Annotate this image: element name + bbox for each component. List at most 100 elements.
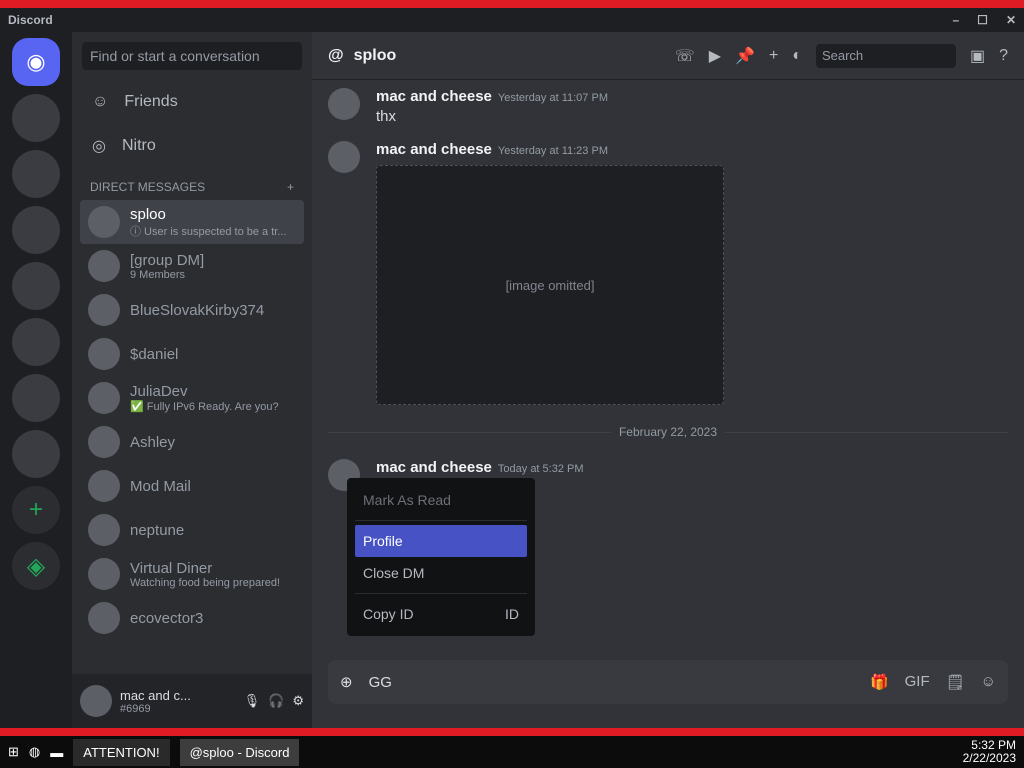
dm-search-input[interactable]: Find or start a conversation	[82, 42, 302, 70]
dm-item[interactable]: JuliaDev ✅ Fully IPv6 Ready. Are you?	[80, 376, 304, 420]
sticker-icon[interactable]: 🗒	[946, 673, 965, 691]
user-name: mac and c...	[120, 687, 191, 703]
dm-name: $daniel	[130, 345, 179, 363]
dm-item[interactable]: $daniel	[80, 332, 304, 376]
server-icon[interactable]	[12, 262, 60, 310]
dm-status: 9 Members	[130, 268, 186, 281]
folder-icon[interactable]: ▬	[50, 745, 63, 760]
create-dm-icon[interactable]: +	[287, 180, 294, 194]
dm-item[interactable]: neptune	[80, 508, 304, 552]
dm-name: Mod Mail	[130, 477, 191, 495]
task-discord[interactable]: @sploo - Discord	[179, 738, 300, 766]
title-bar: Discord – ☐ ✕	[0, 8, 1024, 32]
dm-item[interactable]: [group DM] 9 Members	[80, 244, 304, 288]
clock-date: 2/22/2023	[962, 751, 1016, 765]
channel-header: @ sploo ☏ ▶ 📌 + ◐ Search ▣ ?	[312, 32, 1024, 80]
emoji-icon[interactable]: ☺	[981, 673, 996, 691]
nav-friends[interactable]: ☺ Friends	[72, 80, 312, 124]
server-icon[interactable]	[12, 206, 60, 254]
menu-close-dm[interactable]: Close DM	[355, 557, 527, 589]
inbox-icon[interactable]: ▣	[970, 46, 985, 66]
profile-icon[interactable]: ◐	[792, 47, 802, 65]
avatar[interactable]	[328, 141, 360, 173]
settings-icon[interactable]: ⚙	[292, 693, 304, 709]
dm-name: JuliaDev	[130, 383, 188, 400]
bottom-accent-bar	[0, 728, 1024, 736]
server-icon[interactable]	[12, 318, 60, 366]
author[interactable]: mac and cheese	[376, 141, 492, 158]
avatar	[88, 470, 120, 502]
avatar[interactable]	[328, 88, 360, 120]
discord-home-icon[interactable]: ◉	[12, 38, 60, 86]
dm-item[interactable]: BlueSlovakKirby374	[80, 288, 304, 332]
composer-input[interactable]: GG	[369, 674, 392, 691]
dm-item[interactable]: Ashley	[80, 420, 304, 464]
date-divider: February 22, 2023	[328, 425, 1008, 439]
attach-icon[interactable]: ⊕	[340, 673, 353, 691]
menu-mark-read[interactable]: Mark As Read	[355, 484, 527, 516]
dm-name: BlueSlovakKirby374	[130, 301, 265, 319]
friends-icon: ☺	[92, 93, 109, 110]
video-icon[interactable]: ▶	[709, 46, 721, 66]
dm-item[interactable]: sploo ⓘ User is suspected to be a tr...	[80, 200, 304, 244]
message: mac and cheese Yesterday at 11:23 PM [ima…	[312, 133, 1024, 413]
menu-label: Copy ID	[363, 606, 414, 622]
menu-profile[interactable]: Profile	[355, 525, 527, 557]
avatar	[88, 206, 120, 238]
explore-icon[interactable]: ◈	[12, 542, 60, 590]
timestamp: Today at 5:32 PM	[497, 463, 584, 475]
menu-copy-id[interactable]: Copy ID ID	[355, 598, 527, 630]
chrome-icon[interactable]: ◍	[29, 744, 40, 760]
start-button[interactable]: ⊞	[8, 744, 19, 760]
pin-icon[interactable]: 📌	[735, 46, 755, 66]
server-list: ◉ + ◈	[0, 32, 72, 728]
timestamp: Yesterday at 11:07 PM	[497, 92, 608, 104]
author[interactable]: mac and cheese	[376, 88, 492, 105]
dm-header-label: DIRECT MESSAGES	[90, 180, 206, 194]
dm-name: ecovector3	[130, 609, 204, 627]
server-icon[interactable]	[12, 374, 60, 422]
dm-status: ✅ Fully IPv6 Ready. Are you?	[130, 401, 279, 413]
nav-label: Nitro	[121, 137, 156, 154]
header-search-input[interactable]: Search	[815, 43, 956, 68]
task-attention[interactable]: ATTENTION!	[73, 738, 170, 766]
dm-item[interactable]: ecovector3	[80, 596, 304, 640]
dm-name: [group DM]	[130, 251, 205, 269]
dm-item[interactable]: Mod Mail	[80, 464, 304, 508]
close-button[interactable]: ✕	[1006, 13, 1016, 27]
message-text: thx	[376, 108, 397, 125]
add-friend-icon[interactable]: +	[769, 47, 778, 65]
attachment-placeholder: [image omitted]	[376, 165, 724, 405]
top-accent-bar	[0, 0, 1024, 8]
avatar	[88, 294, 120, 326]
message-composer[interactable]: ⊕ GG 🎁 GIF 🗒 ☺	[328, 660, 1008, 704]
mic-icon[interactable]: 🎙	[244, 693, 261, 709]
app-title: Discord	[8, 13, 53, 27]
avatar	[88, 250, 120, 282]
taskbar: ⊞ ◍ ▬ ATTENTION! @sploo - Discord 5:32 P…	[0, 736, 1024, 768]
add-server-icon[interactable]: +	[12, 486, 60, 534]
dm-status: ⓘ User is suspected to be a tr...	[130, 225, 287, 238]
server-icon[interactable]	[12, 430, 60, 478]
dm-header: DIRECT MESSAGES +	[72, 168, 312, 200]
user-panel: mac and c... #6969 🎙 🎧 ⚙	[72, 674, 312, 728]
author[interactable]: mac and cheese	[376, 459, 492, 476]
server-icon[interactable]	[12, 94, 60, 142]
dm-name: Virtual Diner	[130, 559, 213, 577]
call-icon[interactable]: ☏	[675, 46, 695, 66]
dm-sidebar: Find or start a conversation ☺ Friends ◎…	[72, 32, 312, 728]
minimize-button[interactable]: –	[952, 13, 959, 27]
dm-item[interactable]: Virtual Diner Watching food being prepare…	[80, 552, 304, 596]
headphones-icon[interactable]: 🎧	[268, 693, 284, 709]
gift-icon[interactable]: 🎁	[870, 673, 889, 691]
server-icon[interactable]	[12, 150, 60, 198]
dm-name: sploo	[130, 205, 166, 223]
maximize-button[interactable]: ☐	[977, 13, 988, 27]
dm-name: Ashley	[130, 433, 176, 451]
avatar[interactable]	[80, 685, 112, 717]
gif-icon[interactable]: GIF	[905, 673, 930, 691]
nav-nitro[interactable]: ◎ Nitro	[72, 124, 312, 168]
avatar	[88, 382, 120, 414]
help-icon[interactable]: ?	[999, 47, 1008, 65]
dm-status: Watching food being prepared!	[130, 576, 281, 589]
